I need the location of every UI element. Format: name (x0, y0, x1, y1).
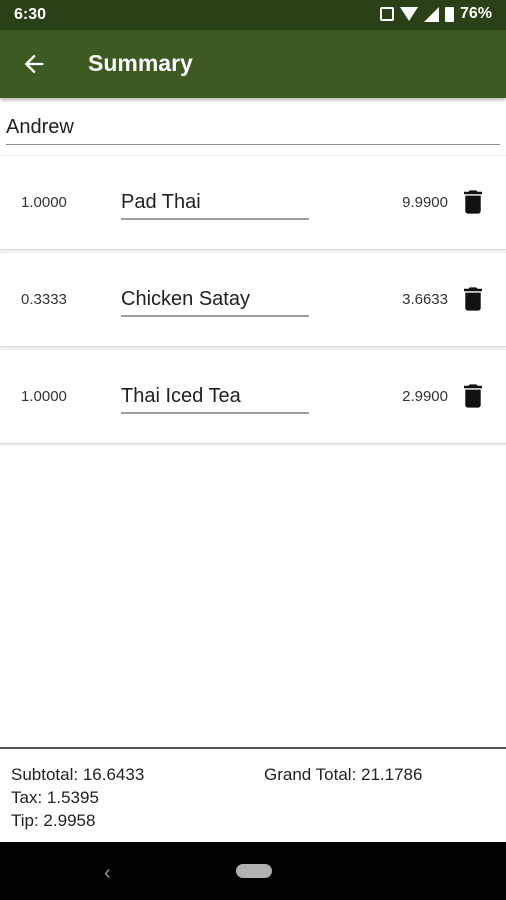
status-bar: 6:30 76% (0, 0, 506, 30)
item-price[interactable]: 3.6633 (402, 291, 448, 308)
vibrate-icon (379, 7, 394, 21)
status-time: 6:30 (14, 6, 47, 23)
list-item: 1.0000 Thai Iced Tea 2.9900 (0, 349, 506, 444)
signal-icon (423, 6, 439, 22)
wifi-icon (399, 7, 418, 21)
item-name-field[interactable]: Pad Thai (121, 188, 309, 220)
app-bar: Summary (0, 30, 506, 98)
item-price[interactable]: 2.9900 (402, 388, 448, 405)
grand-total-text: Grand Total: 21.1786 (264, 765, 423, 784)
item-quantity[interactable]: 0.3333 (21, 291, 67, 308)
list-item: 1.0000 Pad Thai 9.9900 (0, 155, 506, 250)
battery-icon (444, 6, 454, 22)
subtotal-text: Subtotal: 16.6433 (11, 765, 145, 784)
arrow-back-icon[interactable] (20, 50, 48, 78)
item-price[interactable]: 9.9900 (402, 194, 448, 211)
item-quantity[interactable]: 1.0000 (21, 388, 67, 405)
trash-icon[interactable] (464, 384, 482, 408)
item-list: 1.0000 Pad Thai 9.9900 0.3333 Chicken Sa… (0, 155, 506, 446)
tax-text: Tax: 1.5395 (11, 788, 99, 807)
item-quantity[interactable]: 1.0000 (21, 194, 67, 211)
nav-home-pill[interactable] (236, 864, 272, 878)
item-name-field[interactable]: Chicken Satay (121, 285, 309, 317)
page-title: Summary (88, 50, 193, 76)
status-icons: 76% (379, 5, 492, 23)
trash-icon[interactable] (464, 287, 482, 311)
tip-text: Tip: 2.9958 (11, 811, 96, 830)
system-nav-bar: ‹ (0, 842, 506, 900)
person-name-field[interactable]: Andrew (6, 112, 500, 145)
trash-icon[interactable] (464, 190, 482, 214)
battery-percent: 76% (459, 5, 492, 22)
list-item: 0.3333 Chicken Satay 3.6633 (0, 252, 506, 347)
nav-back-icon[interactable]: ‹ (104, 862, 111, 885)
item-name-field[interactable]: Thai Iced Tea (121, 382, 309, 414)
totals-footer: Subtotal: 16.6433 Tax: 1.5395 Tip: 2.995… (0, 747, 506, 844)
